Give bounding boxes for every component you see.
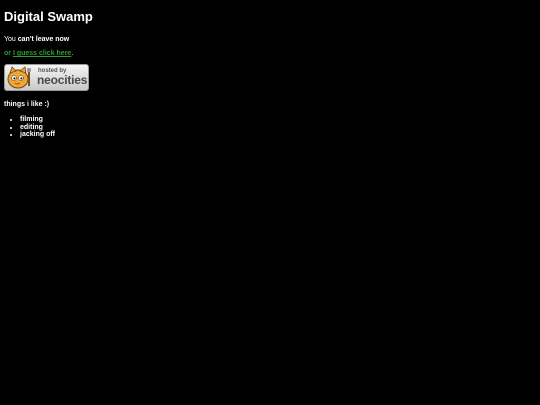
click-here-prefix: or — [4, 50, 13, 57]
list-item: editing — [20, 124, 536, 132]
list-item: jacking off — [20, 131, 536, 139]
things-list: filming editing jacking off — [4, 116, 536, 139]
click-here-line: or I guess click here. — [4, 49, 536, 58]
leave-message-strong: can't leave now — [17, 36, 70, 43]
neocities-cat-icon — [7, 66, 31, 89]
badge-neocities: neocities — [37, 73, 88, 87]
click-here-link[interactable]: I guess click here — [13, 50, 71, 57]
hosted-by-neocities-badge[interactable]: hosted by neocities — [4, 64, 89, 91]
things-heading: things i like :) — [4, 101, 50, 108]
list-item: filming — [20, 116, 536, 124]
leave-message: You can't leave now — [4, 35, 536, 44]
page-content: Digital Swamp You can't leave now or I g… — [0, 0, 540, 139]
leave-message-prefix: You — [4, 36, 18, 43]
page-title: Digital Swamp — [4, 9, 93, 24]
click-here-suffix: . — [71, 50, 74, 57]
